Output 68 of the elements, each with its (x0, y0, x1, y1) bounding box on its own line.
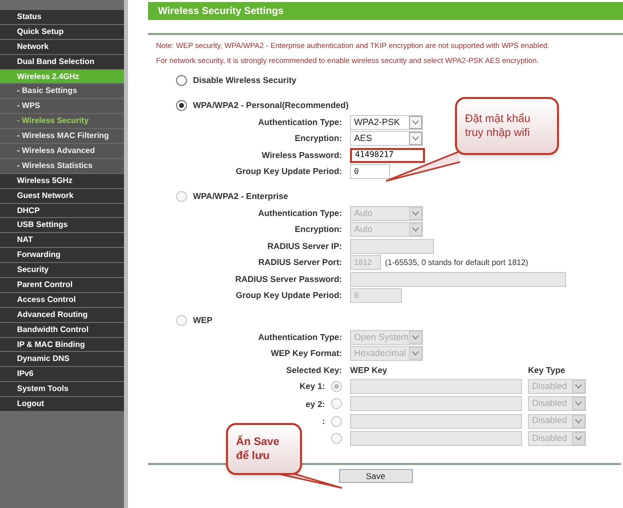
sidebar-item[interactable]: Bandwidth Control (0, 322, 124, 337)
input-field[interactable] (350, 379, 522, 394)
sidebar-item[interactable]: - Wireless Advanced (0, 144, 124, 158)
callout-text: Ấn Save để lưu (236, 435, 280, 463)
sidebar-item[interactable]: System Tools (0, 382, 124, 396)
input-field[interactable] (350, 414, 522, 429)
dropdown[interactable]: AES (350, 131, 423, 146)
field-label: RADIUS Server Port: (257, 256, 343, 270)
field-label: Encryption: (294, 132, 343, 146)
sidebar-item[interactable]: Quick Setup (0, 24, 124, 39)
sidebar-item[interactable]: DHCP (0, 204, 124, 218)
sidebar-item[interactable]: - Wireless Security (0, 114, 124, 128)
radio-button[interactable] (176, 75, 187, 86)
radio-button[interactable] (176, 100, 187, 111)
sidebar-item[interactable]: Forwarding (0, 248, 124, 262)
field-label: Group Key Update Period: (234, 289, 343, 302)
section-title-bar: Wireless Security Settings (148, 2, 623, 20)
sidebar-item[interactable]: - Wireless MAC Filtering (0, 129, 124, 144)
field-label: Group Key Update Period: (234, 165, 343, 178)
field-label: Authentication Type: (257, 330, 343, 344)
column-header: WEP Key (350, 364, 388, 376)
sidebar-item[interactable]: Access Control (0, 292, 124, 307)
option-label: Disable Wireless Security (193, 74, 296, 87)
sidebar-item[interactable]: Advanced Routing (0, 308, 124, 322)
field-label: Wireless Password: (260, 148, 343, 162)
sidebar-item[interactable]: - Wireless Statistics (0, 158, 124, 173)
field-label: WEP Key Format: (270, 347, 343, 360)
input-field[interactable]: 0 (350, 164, 390, 180)
radio-button[interactable] (331, 398, 342, 410)
radio-button[interactable] (331, 433, 342, 444)
hint-text: (1-65535, 0 stands for default port 1812) (385, 256, 528, 269)
sidebar-item[interactable]: Parent Control (0, 278, 124, 292)
column-header: Selected Key: (285, 364, 343, 376)
field-label: RADIUS Server Password: (234, 272, 343, 286)
key-label: ey 2: (306, 398, 325, 410)
sidebar-item[interactable]: IP & MAC Binding (0, 338, 124, 352)
field-label: RADIUS Server IP: (266, 240, 343, 253)
sidebar-item[interactable]: Network (0, 40, 124, 54)
dropdown[interactable]: WPA2-PSK (350, 114, 423, 130)
sidebar-item[interactable]: Wireless 5GHz (0, 174, 124, 188)
input-field[interactable] (350, 396, 522, 412)
save-button[interactable]: Save (338, 469, 412, 484)
input-field[interactable] (350, 272, 566, 287)
key-label: Key 1: (299, 380, 325, 394)
field-label: Authentication Type: (257, 206, 343, 220)
sidebar-item[interactable]: Status (0, 10, 124, 24)
option-label: WPA/WPA2 - Personal(Recommended) (193, 99, 349, 112)
field-label: Encryption: (294, 223, 343, 236)
option-label: WEP (193, 314, 212, 327)
sidebar-item[interactable]: - Basic Settings (0, 84, 124, 98)
radio-button[interactable] (331, 416, 342, 427)
field-label: Authentication Type: (257, 116, 343, 129)
sidebar-item[interactable]: USB Settings (0, 218, 124, 232)
sidebar-item[interactable]: Dual Band Selection (0, 54, 124, 69)
column-header: Key Type (528, 364, 566, 376)
input-field[interactable]: 41498217 (350, 148, 425, 163)
sidebar-item[interactable]: - WPS (0, 99, 124, 114)
sidebar-item[interactable]: Logout (0, 397, 124, 412)
sidebar-item[interactable]: Dynamic DNS (0, 352, 124, 366)
callout-text: Đặt mật khẩu truy nhập wifi (465, 112, 532, 140)
sidebar-item[interactable]: IPv6 (0, 367, 124, 382)
option-label: WPA/WPA2 - Enterprise (193, 190, 288, 203)
sidebar-item[interactable]: Security (0, 263, 124, 278)
input-field[interactable] (350, 431, 522, 446)
radio-button[interactable] (331, 381, 342, 392)
sidebar-item[interactable]: Guest Network (0, 188, 124, 203)
key-label: : (322, 414, 325, 428)
sidebar-item[interactable]: NAT (0, 233, 124, 248)
